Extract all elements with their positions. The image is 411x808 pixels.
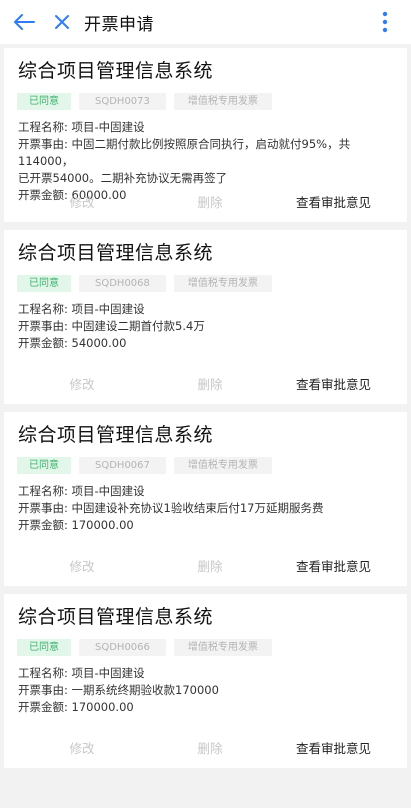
reason-label: 开票事由:	[18, 501, 68, 515]
edit-button[interactable]: 修改	[4, 738, 160, 760]
project-label: 工程名称:	[18, 302, 68, 316]
reason-label: 开票事由:	[18, 683, 68, 697]
edit-button[interactable]: 修改	[4, 374, 160, 396]
project-name-row: 工程名称: 项目-中固建设	[18, 119, 398, 136]
amount-row: 开票金额: 170000.00	[18, 699, 398, 716]
amount-label: 开票金额:	[18, 336, 68, 350]
project-value: 项目-中固建设	[71, 120, 145, 134]
project-value: 项目-中固建设	[71, 302, 145, 316]
tag-row: 已同意 SQDH0073 增值税专用发票	[17, 93, 407, 110]
page-title: 开票申请	[84, 14, 154, 35]
invoice-request-list: 综合项目管理信息系统 已同意 SQDH0073 增值税专用发票 工程名称: 项目…	[0, 48, 411, 768]
card-title: 综合项目管理信息系统	[18, 242, 214, 264]
card-actions: 修改 删除 查看审批意见	[4, 556, 407, 578]
back-arrow-icon[interactable]	[6, 0, 42, 44]
view-approval-comments-button[interactable]: 查看审批意见	[260, 374, 407, 396]
view-approval-comments-button[interactable]: 查看审批意见	[260, 192, 407, 214]
reason-row: 开票事由: 中固建设补充协议1验收结束后付17万延期服务费	[18, 500, 398, 517]
tag-row: 已同意 SQDH0066 增值税专用发票	[17, 639, 407, 656]
card-actions: 修改 删除 查看审批意见	[4, 374, 407, 396]
amount-label: 开票金额:	[18, 518, 68, 532]
project-name-row: 工程名称: 项目-中固建设	[18, 301, 398, 318]
card-title: 综合项目管理信息系统	[18, 606, 214, 628]
card-title: 综合项目管理信息系统	[18, 60, 214, 82]
request-code-tag: SQDH0073	[79, 93, 166, 110]
amount-value: 170000.00	[71, 518, 134, 532]
edit-button[interactable]: 修改	[4, 192, 160, 214]
reason-value: 中固建设二期首付款5.4万	[71, 319, 205, 333]
delete-button[interactable]: 删除	[160, 374, 260, 396]
view-approval-comments-button[interactable]: 查看审批意见	[260, 738, 407, 760]
project-value: 项目-中固建设	[71, 484, 145, 498]
card-info: 工程名称: 项目-中固建设 开票事由: 中固建设二期首付款5.4万 开票金额: …	[18, 301, 398, 352]
status-badge: 已同意	[17, 93, 71, 110]
tag-row: 已同意 SQDH0068 增值税专用发票	[17, 275, 407, 292]
request-code-tag: SQDH0067	[79, 457, 166, 474]
reason-row: 开票事由: 中固二期付款比例按照原合同执行，启动就付95%，共114000，	[18, 136, 398, 170]
card-info: 工程名称: 项目-中固建设 开票事由: 中固建设补充协议1验收结束后付17万延期…	[18, 483, 398, 534]
invoice-type-tag: 增值税专用发票	[173, 93, 272, 110]
reason-row-continued: 已开票54000。二期补充协议无需再签了	[18, 171, 228, 185]
view-approval-comments-button[interactable]: 查看审批意见	[260, 556, 407, 578]
card-title: 综合项目管理信息系统	[18, 424, 214, 446]
project-label: 工程名称:	[18, 120, 68, 134]
invoice-type-tag: 增值税专用发票	[173, 457, 272, 474]
amount-row: 开票金额: 170000.00	[18, 517, 398, 534]
request-code-tag: SQDH0068	[79, 275, 166, 292]
amount-value: 54000.00	[71, 336, 127, 350]
card-info: 工程名称: 项目-中固建设 开票事由: 一期系统终期验收款170000 开票金额…	[18, 665, 398, 716]
reason-label: 开票事由:	[18, 137, 68, 151]
request-code-tag: SQDH0066	[79, 639, 166, 656]
invoice-request-card[interactable]: 综合项目管理信息系统 已同意 SQDH0067 增值税专用发票 工程名称: 项目…	[4, 412, 407, 586]
top-bar: 开票申请	[0, 0, 411, 44]
amount-label: 开票金额:	[18, 700, 68, 714]
reason-value: 一期系统终期验收款170000	[71, 683, 219, 697]
reason-row: 开票事由: 中固建设二期首付款5.4万	[18, 318, 398, 335]
reason-label: 开票事由:	[18, 319, 68, 333]
invoice-type-tag: 增值税专用发票	[173, 639, 272, 656]
invoice-request-card[interactable]: 综合项目管理信息系统 已同意 SQDH0068 增值税专用发票 工程名称: 项目…	[4, 230, 407, 404]
delete-button[interactable]: 删除	[160, 556, 260, 578]
project-value: 项目-中固建设	[71, 666, 145, 680]
card-actions: 修改 删除 查看审批意见	[4, 738, 407, 760]
more-options-icon[interactable]	[381, 10, 389, 34]
card-actions: 修改 删除 查看审批意见	[4, 192, 407, 214]
invoice-request-card[interactable]: 综合项目管理信息系统 已同意 SQDH0073 增值税专用发票 工程名称: 项目…	[4, 48, 407, 222]
invoice-type-tag: 增值税专用发票	[173, 275, 272, 292]
project-label: 工程名称:	[18, 666, 68, 680]
delete-button[interactable]: 删除	[160, 192, 260, 214]
reason-value: 中固建设补充协议1验收结束后付17万延期服务费	[71, 501, 324, 515]
reason-value: 中固二期付款比例按照原合同执行，启动就付95%，共114000，	[18, 137, 351, 168]
project-name-row: 工程名称: 项目-中固建设	[18, 665, 398, 682]
delete-button[interactable]: 删除	[160, 738, 260, 760]
close-icon[interactable]	[44, 0, 80, 44]
edit-button[interactable]: 修改	[4, 556, 160, 578]
amount-value: 170000.00	[71, 700, 134, 714]
invoice-request-card[interactable]: 综合项目管理信息系统 已同意 SQDH0066 增值税专用发票 工程名称: 项目…	[4, 594, 407, 768]
reason-row: 开票事由: 一期系统终期验收款170000	[18, 682, 398, 699]
amount-row: 开票金额: 54000.00	[18, 335, 398, 352]
project-label: 工程名称:	[18, 484, 68, 498]
project-name-row: 工程名称: 项目-中固建设	[18, 483, 398, 500]
status-badge: 已同意	[17, 457, 71, 474]
tag-row: 已同意 SQDH0067 增值税专用发票	[17, 457, 407, 474]
status-badge: 已同意	[17, 639, 71, 656]
status-badge: 已同意	[17, 275, 71, 292]
